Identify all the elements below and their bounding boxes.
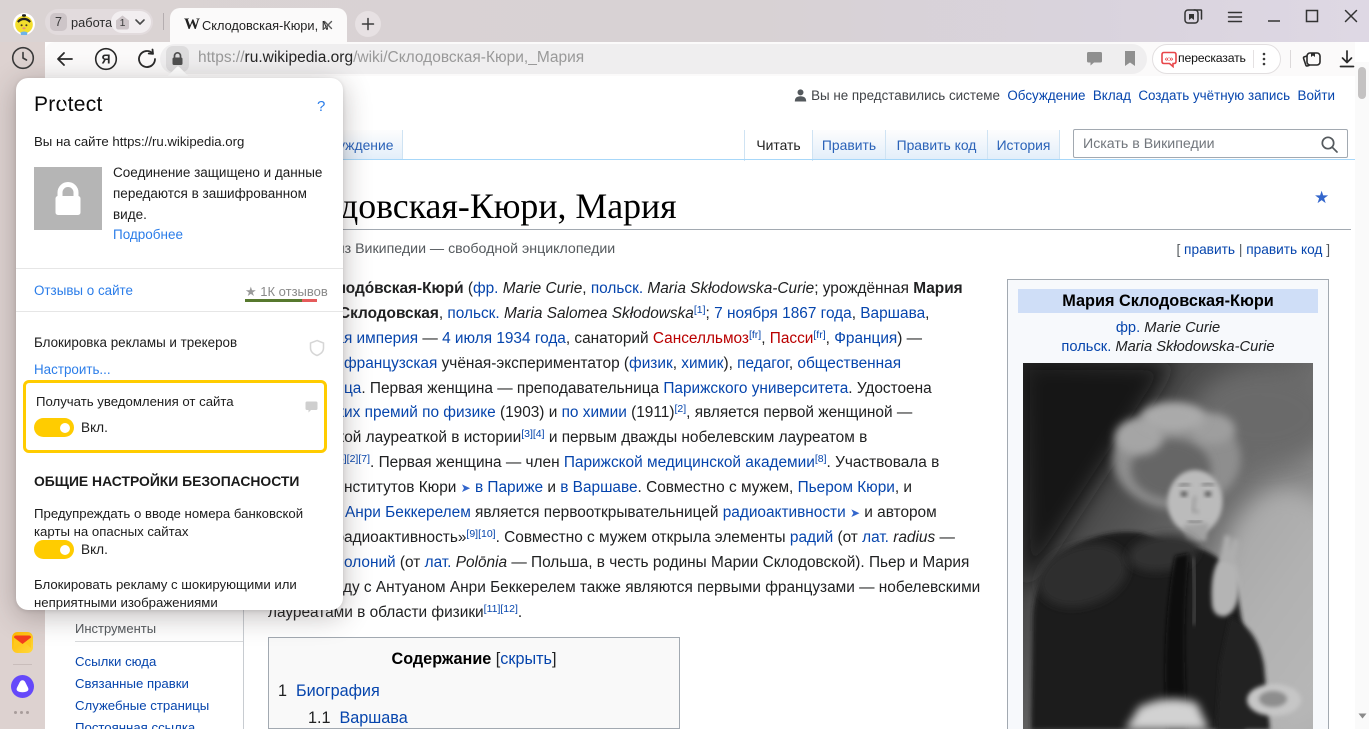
svg-text:1: 1 [120, 17, 126, 29]
svg-text:«»: «» [1165, 54, 1175, 64]
svg-text:Я: Я [102, 53, 111, 67]
